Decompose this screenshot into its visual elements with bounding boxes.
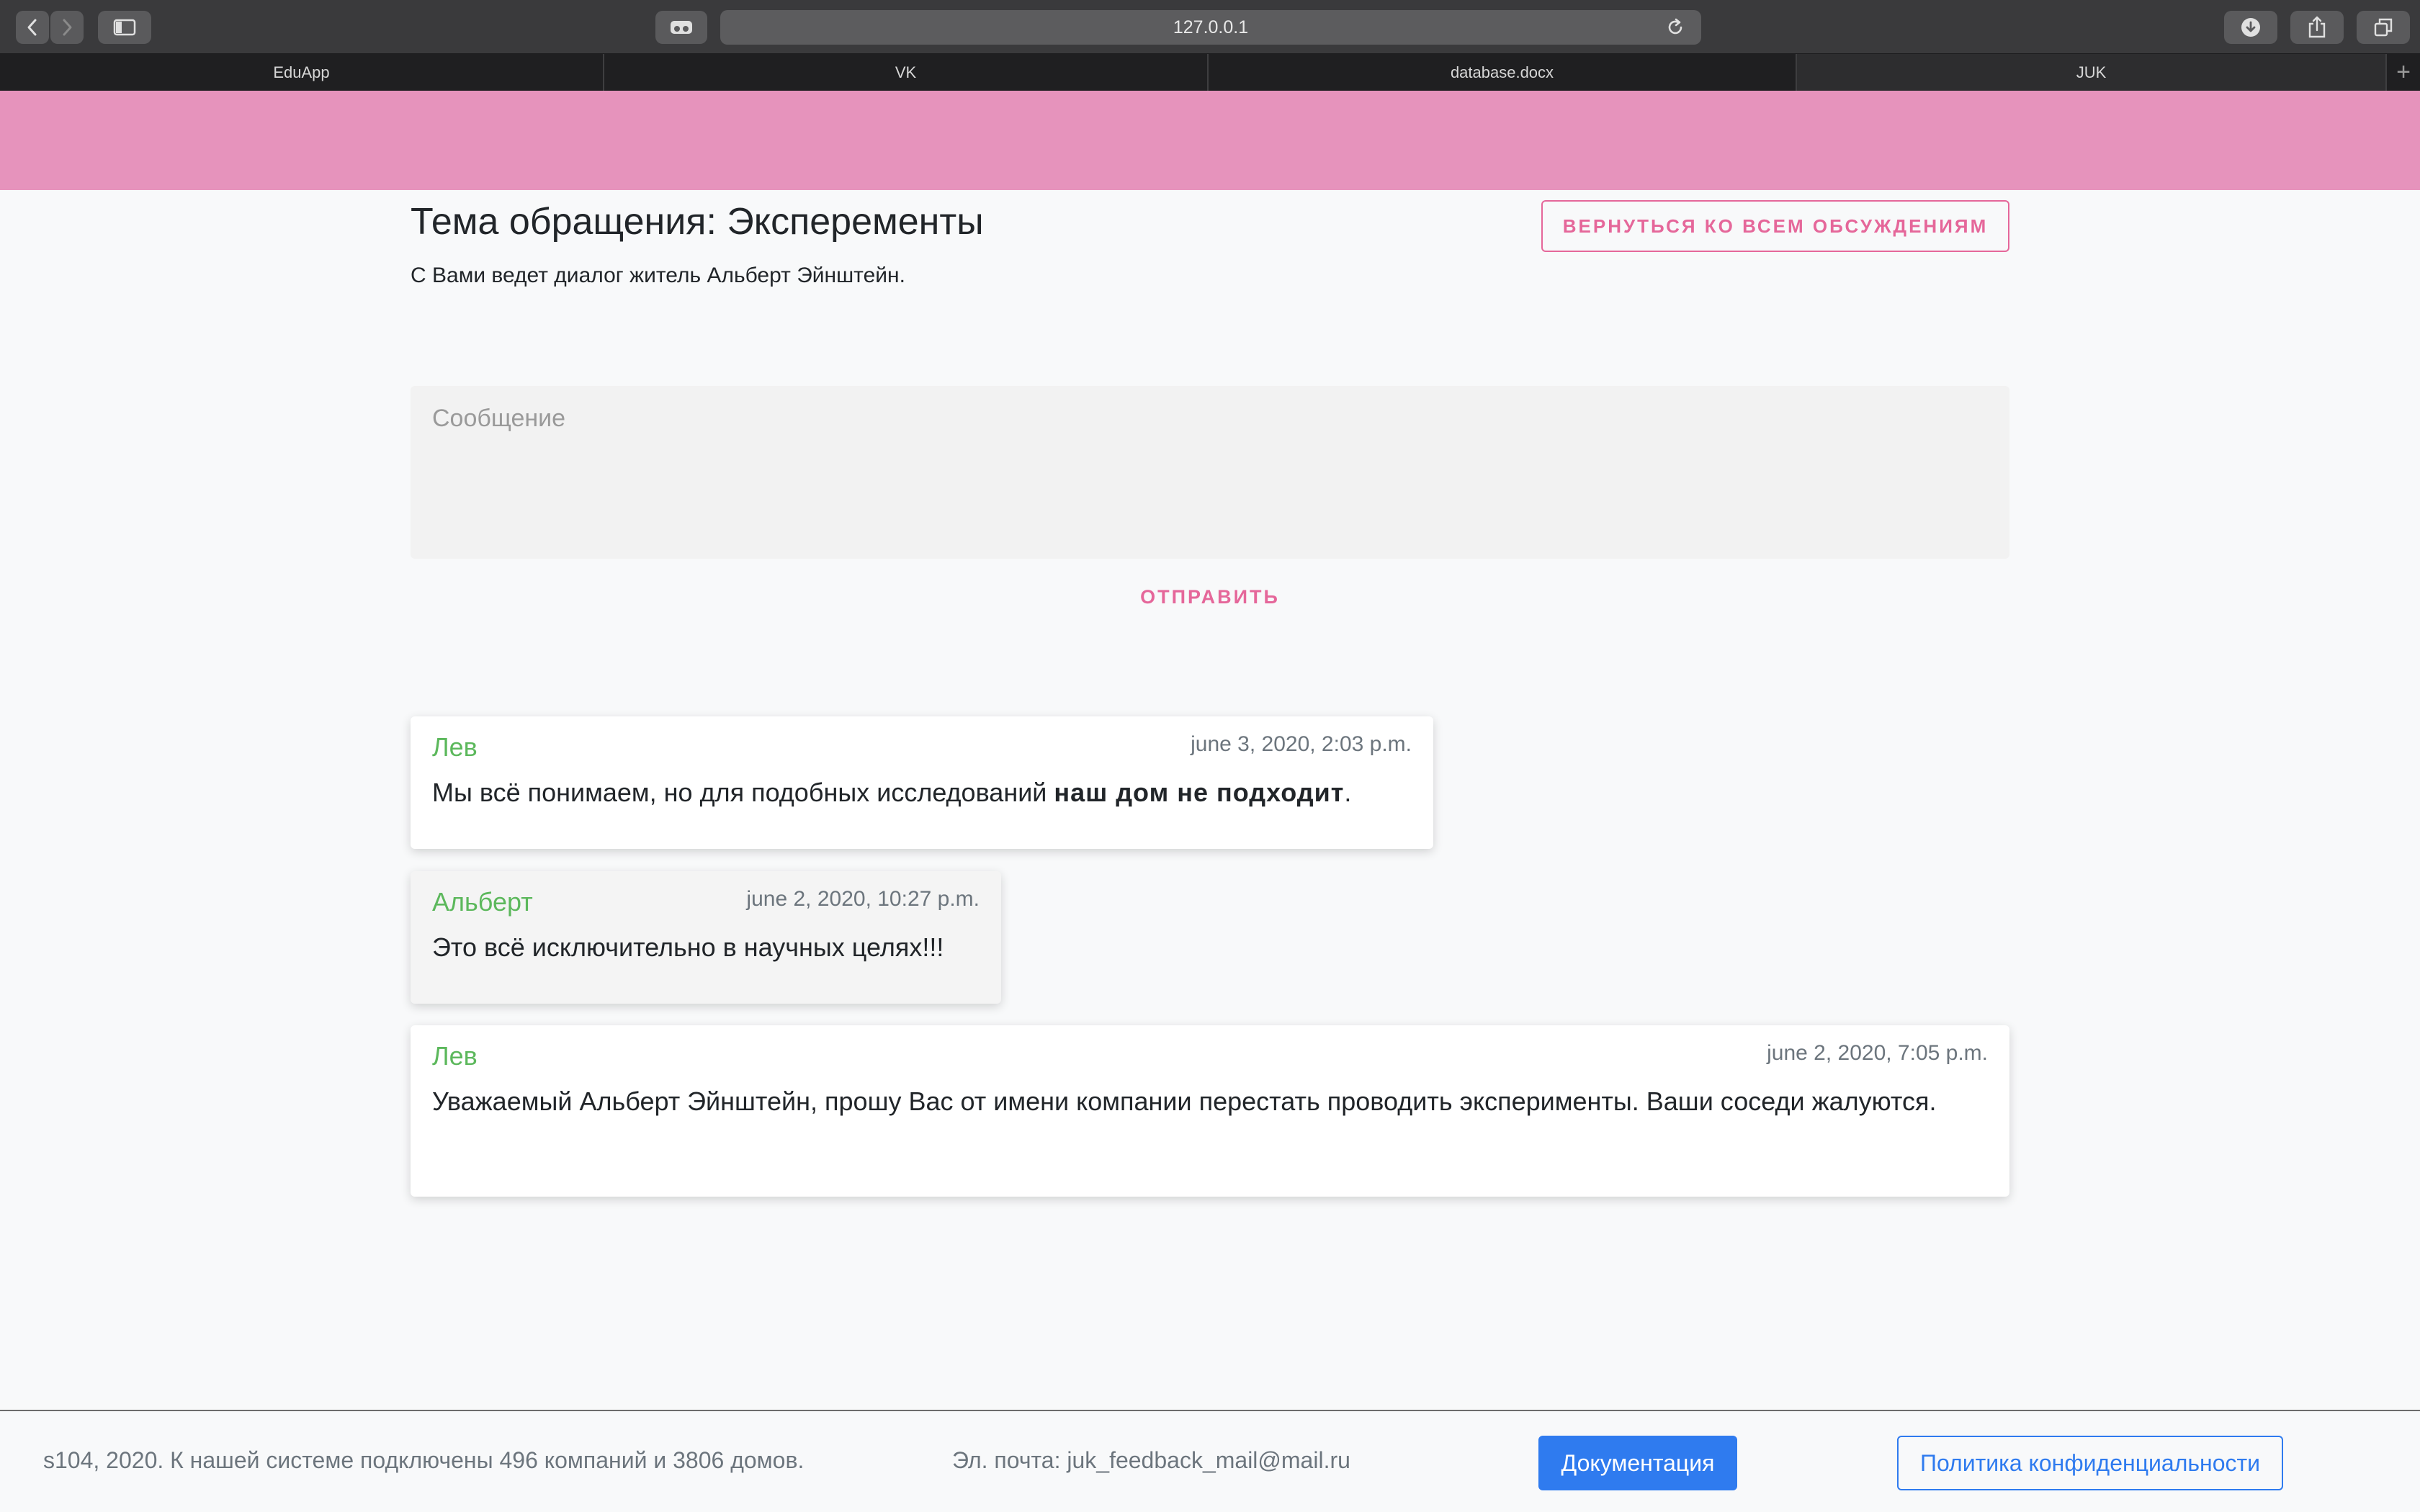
message-text-part: Мы всё понимаем, но для подобных исследо… bbox=[432, 778, 1054, 807]
downloads-button[interactable] bbox=[2224, 11, 2277, 44]
tab-label: EduApp bbox=[273, 63, 330, 81]
message-text: Это всё исключительно в научных целях!!! bbox=[432, 932, 944, 962]
message-card: Альберт june 2, 2020, 10:27 p.m. Это всё… bbox=[411, 871, 1001, 1004]
reader-icon bbox=[671, 21, 692, 34]
sidebar-toggle-button[interactable] bbox=[98, 11, 151, 44]
message-text: Уважаемый Альберт Эйнштейн, прошу Вас от… bbox=[432, 1086, 1937, 1116]
footer-email: Эл. почта: juk_feedback_mail@mail.ru bbox=[952, 1447, 1350, 1473]
message-author: Лев bbox=[432, 1041, 478, 1071]
page-footer: s104, 2020. К нашей системе подключены 4… bbox=[0, 1410, 2420, 1512]
download-icon bbox=[2241, 18, 2260, 37]
address-bar[interactable]: 127.0.0.1 bbox=[720, 10, 1701, 45]
reader-button[interactable] bbox=[655, 11, 707, 44]
page-title: Тема обращения: Эксперементы bbox=[411, 201, 984, 243]
tab-vk[interactable]: VK bbox=[604, 54, 1209, 91]
message-card: Лев june 3, 2020, 2:03 p.m. Мы всё поним… bbox=[411, 716, 1433, 849]
privacy-policy-button[interactable]: Политика конфиденциальности bbox=[1897, 1436, 2283, 1490]
tabs-overview-icon bbox=[2374, 18, 2393, 37]
tab-eduapp[interactable]: EduApp bbox=[0, 54, 604, 91]
header-banner bbox=[0, 91, 2420, 190]
tabs-overview-button[interactable] bbox=[2357, 11, 2410, 44]
message-date: june 3, 2020, 2:03 p.m. bbox=[1191, 732, 1412, 756]
plus-icon: + bbox=[2396, 58, 2411, 86]
message-author: Альберт bbox=[432, 887, 533, 917]
sidebar-icon bbox=[113, 19, 136, 36]
share-button[interactable] bbox=[2290, 11, 2344, 44]
tab-juk[interactable]: JUK bbox=[1797, 54, 2387, 91]
message-date: june 2, 2020, 10:27 p.m. bbox=[746, 887, 980, 911]
tab-label: JUK bbox=[2076, 63, 2107, 81]
documentation-button[interactable]: Документация bbox=[1538, 1436, 1737, 1490]
message-card: Лев june 2, 2020, 7:05 p.m. Уважаемый Ал… bbox=[411, 1025, 2009, 1197]
tab-label: database.docx bbox=[1450, 63, 1554, 81]
back-to-discussions-button[interactable]: ВЕРНУТЬСЯ КО ВСЕМ ОБСУЖДЕНИЯМ bbox=[1541, 200, 2009, 252]
url-text: 127.0.0.1 bbox=[1173, 17, 1249, 37]
tab-database-docx[interactable]: database.docx bbox=[1209, 54, 1797, 91]
message-text-bold: наш дом не подходит bbox=[1054, 778, 1345, 807]
share-icon bbox=[2308, 16, 2326, 38]
message-text-part: . bbox=[1344, 778, 1352, 807]
chevron-left-icon bbox=[27, 19, 37, 36]
new-tab-button[interactable]: + bbox=[2387, 54, 2420, 91]
message-author: Лев bbox=[432, 732, 478, 762]
forward-button[interactable] bbox=[50, 11, 84, 44]
browser-toolbar: 127.0.0.1 bbox=[0, 0, 2420, 54]
message-input[interactable] bbox=[411, 386, 2009, 559]
tab-label: VK bbox=[895, 63, 917, 81]
message-date: june 2, 2020, 7:05 p.m. bbox=[1767, 1041, 1988, 1065]
footer-info: s104, 2020. К нашей системе подключены 4… bbox=[43, 1447, 805, 1473]
back-button[interactable] bbox=[16, 11, 49, 44]
chevron-right-icon bbox=[63, 19, 72, 36]
page-subtitle: С Вами ведет диалог житель Альберт Эйншт… bbox=[411, 264, 905, 287]
send-button[interactable]: ОТПРАВИТЬ bbox=[411, 579, 2009, 615]
tab-bar: EduApp VK database.docx JUK + bbox=[0, 54, 2420, 91]
message-text: Мы всё понимаем, но для подобных исследо… bbox=[432, 773, 1412, 813]
reload-icon[interactable] bbox=[1665, 17, 1685, 37]
